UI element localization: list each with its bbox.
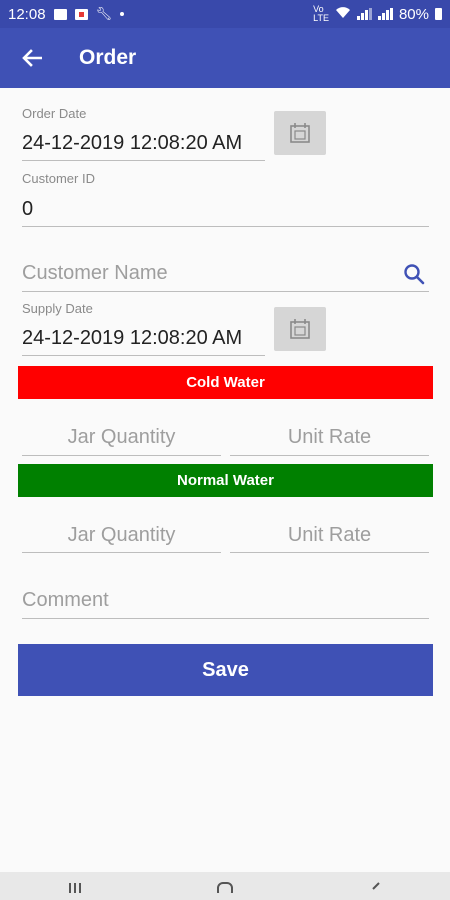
status-bar: 12:08 🔧︎ Vo LTE 80% <box>0 0 450 28</box>
cold-water-banner: Cold Water <box>18 366 433 399</box>
customer-name-input[interactable]: Customer Name <box>22 262 168 285</box>
order-date-field[interactable]: 24-12-2019 12:08:20 AM <box>22 132 242 155</box>
battery-percent: 80% <box>398 5 429 23</box>
app-notification-icon <box>74 8 88 20</box>
battery-icon <box>435 8 442 20</box>
supply-date-underline <box>22 355 265 356</box>
supply-date-field[interactable]: 24-12-2019 12:08:20 AM <box>22 327 242 350</box>
wrench-notification-icon: 🔧︎ <box>95 6 113 21</box>
supply-date-label: Supply Date <box>22 301 93 316</box>
home-icon <box>217 882 233 893</box>
customer-id-label: Customer ID <box>22 171 95 186</box>
calendar-icon <box>290 123 310 143</box>
app-bar: Order <box>0 28 450 88</box>
customer-id-underline <box>22 226 429 227</box>
normal-water-jar-quantity-underline <box>22 552 221 553</box>
signal-icon-1 <box>356 8 372 20</box>
normal-water-unit-rate-underline <box>230 552 429 553</box>
recent-apps-icon <box>69 883 81 893</box>
back-nav-button[interactable] <box>355 872 395 900</box>
comment-underline <box>22 618 429 619</box>
recent-apps-button[interactable] <box>55 872 95 900</box>
supply-date-calendar-button[interactable] <box>274 307 326 351</box>
chevron-left-icon <box>372 882 380 890</box>
cold-water-jar-quantity-underline <box>22 455 221 456</box>
arrow-left-icon <box>22 49 42 67</box>
search-icon[interactable] <box>402 262 426 286</box>
cold-water-unit-rate-input[interactable]: Unit Rate <box>230 426 429 449</box>
system-nav-bar <box>0 872 450 900</box>
cold-water-jar-quantity-input[interactable]: Jar Quantity <box>22 426 221 449</box>
normal-water-unit-rate-input[interactable]: Unit Rate <box>230 524 429 547</box>
normal-water-banner: Normal Water <box>18 464 433 497</box>
cold-water-unit-rate-underline <box>230 455 429 456</box>
gallery-notification-icon <box>53 8 67 20</box>
save-button[interactable]: Save <box>18 644 433 696</box>
customer-id-field[interactable]: 0 <box>22 198 33 221</box>
order-date-calendar-button[interactable] <box>274 111 326 155</box>
more-notifications-icon <box>120 12 125 16</box>
page-title: Order <box>79 46 137 69</box>
wifi-icon <box>335 6 351 23</box>
home-button[interactable] <box>205 872 245 900</box>
back-button[interactable] <box>0 28 64 88</box>
customer-name-underline <box>22 291 429 292</box>
volte-icon: Vo LTE <box>313 4 329 23</box>
order-date-label: Order Date <box>22 106 87 121</box>
signal-icon-2 <box>377 8 393 20</box>
calendar-icon <box>290 319 310 339</box>
comment-input[interactable]: Comment <box>22 589 109 612</box>
order-date-underline <box>22 160 265 161</box>
status-time: 12:08 <box>8 5 46 23</box>
normal-water-jar-quantity-input[interactable]: Jar Quantity <box>22 524 221 547</box>
